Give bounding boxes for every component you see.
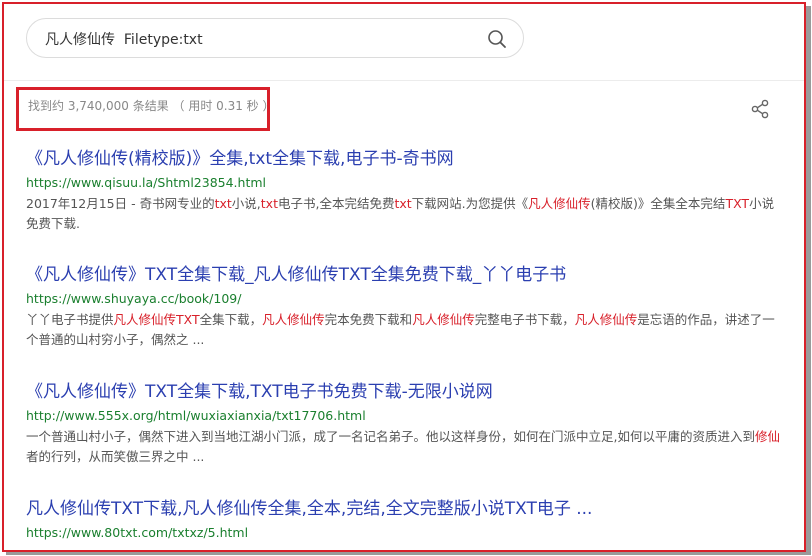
stats-highlight-box: [16, 87, 270, 131]
snippet-keyword-highlight: 凡人修仙传: [412, 312, 475, 327]
result-snippet: 一个普通山村小子，偶然下进入到当地江湖小门派，成了一名记名弟子。他以这样身份，如…: [26, 427, 786, 467]
snippet-keyword-highlight: txt: [260, 196, 278, 211]
result-url[interactable]: http://www.555x.org/html/wuxiaxianxia/tx…: [26, 407, 786, 424]
search-result: 《凡人修仙传》TXT全集下载,TXT电子书免费下载-无限小说网 http://w…: [26, 381, 786, 467]
snippet-keyword-highlight: 凡人修仙传TXT: [113, 312, 200, 327]
snippet-keyword-highlight: TXT: [725, 196, 750, 211]
search-input[interactable]: [45, 28, 465, 50]
search-bar[interactable]: [26, 18, 524, 58]
search-result: 《凡人修仙传(精校版)》全集,txt全集下载,电子书-奇书网 https://w…: [26, 148, 786, 234]
snippet-text: 者的行列，从而笑傲三界之中 ...: [26, 449, 205, 464]
snippet-text: 小说,: [231, 196, 261, 211]
result-snippet: 丫丫电子书提供凡人修仙传TXT全集下载，凡人修仙传完本免费下载和凡人修仙传完整电…: [26, 310, 786, 350]
search-result: 《凡人修仙传》TXT全集下载_凡人修仙传TXT全集免费下载_丫丫电子书 http…: [26, 264, 786, 350]
snippet-keyword-highlight: 凡人修仙传: [262, 312, 325, 327]
snippet-keyword-highlight: txt: [394, 196, 412, 211]
snippet-keyword-highlight: 凡人修仙传: [574, 312, 638, 327]
result-title-link[interactable]: 《凡人修仙传(精校版)》全集,txt全集下载,电子书-奇书网: [26, 148, 786, 170]
snippet-text: 下载网站.为您提供《: [411, 196, 529, 211]
snippet-keyword-highlight: 修仙: [754, 429, 780, 444]
snippet-text: 2017年12月15日 - 奇书网专业的: [26, 196, 215, 211]
snippet-text: 完整电子书下载，: [474, 312, 575, 327]
snippet-text: 全集下载，: [199, 312, 263, 327]
snippet-text: (精校版)》全集全本完结: [590, 196, 726, 211]
search-result: 凡人修仙传TXT下载,凡人修仙传全集,全本,完结,全文完整版小说TXT电子 ..…: [26, 498, 786, 541]
result-title-link[interactable]: 《凡人修仙传》TXT全集下载_凡人修仙传TXT全集免费下载_丫丫电子书: [26, 264, 786, 286]
result-url[interactable]: https://www.shuyaya.cc/book/109/: [26, 290, 786, 307]
snippet-keyword-highlight: 凡人修仙传: [528, 196, 591, 211]
frame-shadow-right: [806, 6, 811, 552]
snippet-text: 电子书,全本完结免费: [277, 196, 395, 211]
result-url[interactable]: https://www.qisuu.la/Shtml23854.html: [26, 174, 786, 191]
search-icon[interactable]: [487, 29, 507, 49]
result-title-link[interactable]: 凡人修仙传TXT下载,凡人修仙传全集,全本,完结,全文完整版小说TXT电子 ..…: [26, 498, 786, 520]
results-frame: 找到约 3,740,000 条结果 （ 用时 0.31 秒 ） 《凡人修仙传(精…: [2, 2, 806, 552]
share-icon[interactable]: [750, 99, 770, 119]
result-title-link[interactable]: 《凡人修仙传》TXT全集下载,TXT电子书免费下载-无限小说网: [26, 381, 786, 403]
snippet-keyword-highlight: txt: [214, 196, 232, 211]
header-divider: [4, 80, 804, 81]
snippet-text: 完本免费下载和: [324, 312, 413, 327]
result-url[interactable]: https://www.80txt.com/txtxz/5.html: [26, 524, 786, 541]
result-snippet: 2017年12月15日 - 奇书网专业的txt小说,txt电子书,全本完结免费t…: [26, 194, 786, 234]
snippet-text: 丫丫电子书提供: [26, 312, 114, 327]
snippet-text: 一个普通山村小子，偶然下进入到当地江湖小门派，成了一名记名弟子。他以这样身份，如…: [26, 429, 755, 444]
